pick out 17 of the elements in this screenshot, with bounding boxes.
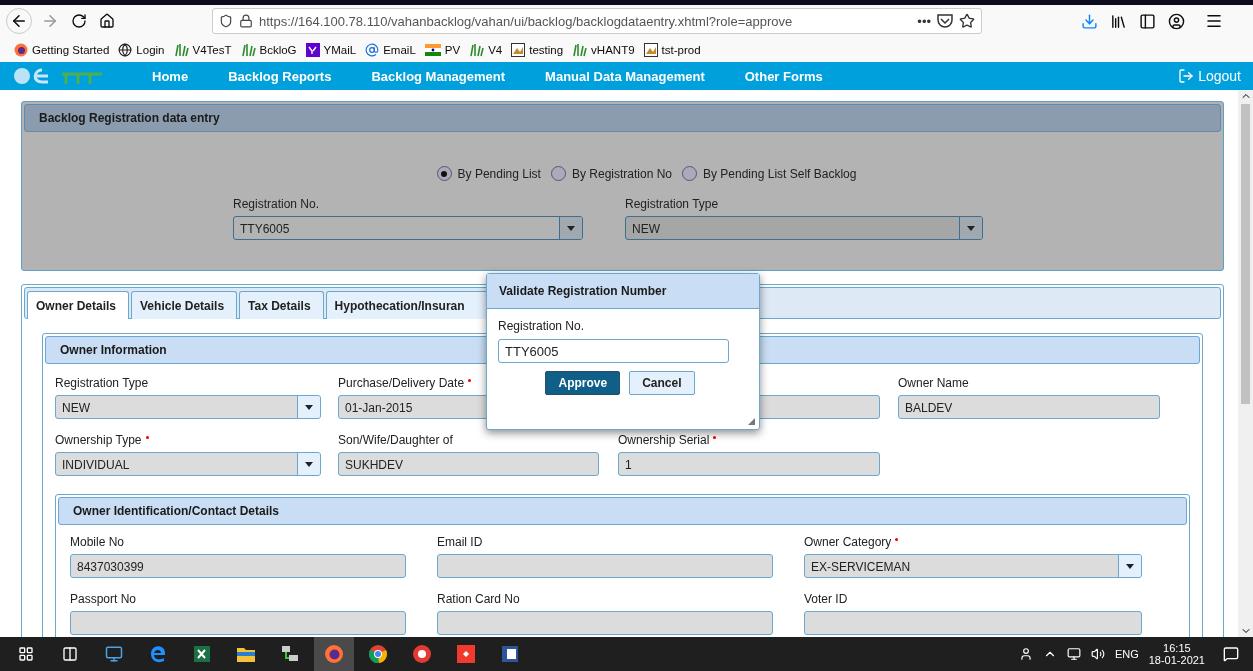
section-title: Owner Identification/Contact Details: [58, 497, 1187, 525]
field-label: Ration Card No: [437, 592, 521, 606]
panel-title: Backlog Registration data entry: [24, 104, 1221, 132]
field-label: Passport No: [70, 592, 138, 606]
field-label: Mobile No: [70, 535, 126, 549]
field-label: Owner Name: [898, 376, 970, 390]
dialog-title: Validate Registration Number: [487, 274, 759, 309]
field-label: Owner Category: [804, 535, 1142, 549]
field-label: Registration Type: [55, 376, 150, 390]
field-label: Registration No.: [233, 197, 321, 211]
field-label: Voter ID: [804, 592, 849, 606]
field-label: Registration Type: [625, 197, 720, 211]
field-label: Email ID: [437, 535, 484, 549]
field-label: Registration No.: [498, 319, 586, 333]
field-label: Ownership Serial: [618, 433, 880, 447]
field-label: Son/Wife/Daughter of: [338, 433, 454, 447]
field-label: Ownership Type: [55, 433, 320, 447]
